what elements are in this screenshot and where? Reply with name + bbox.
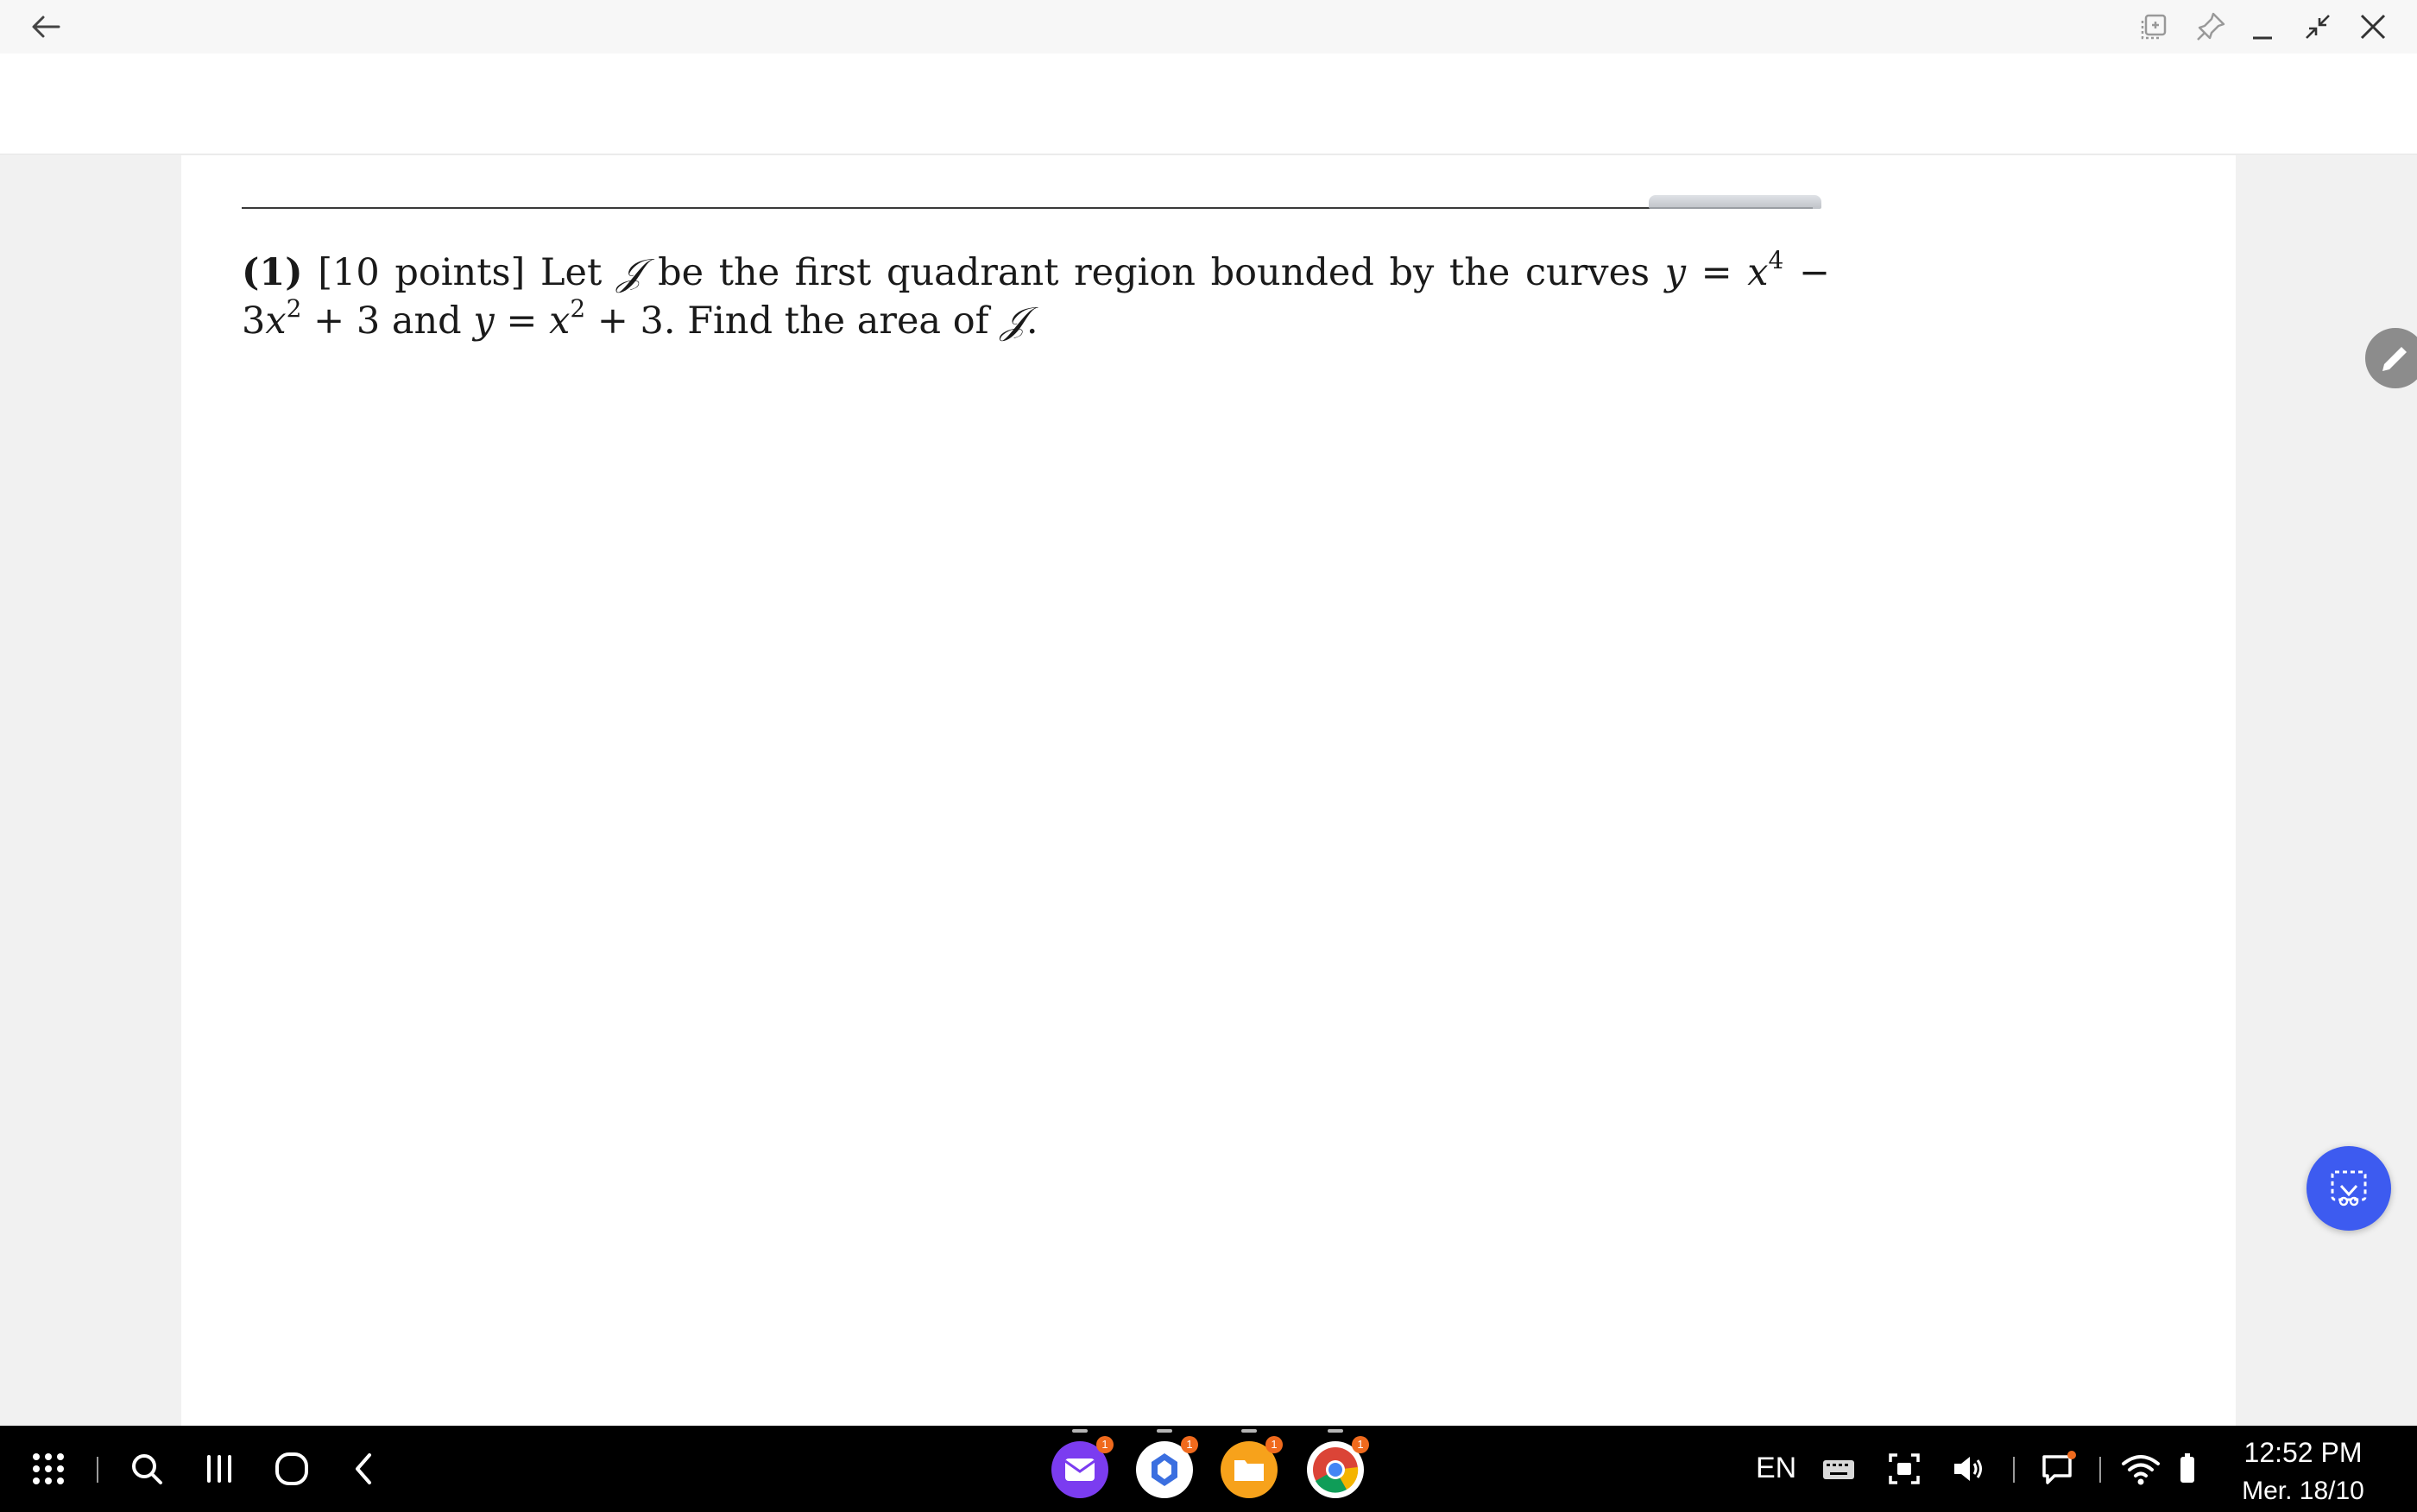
files-app-icon[interactable]: 1: [1221, 1436, 1283, 1498]
scan-smudge: [1649, 195, 1821, 209]
horizontal-rule: [242, 207, 1813, 209]
app-running-indicator: [1157, 1429, 1172, 1433]
region-symbol: 𝒥: [616, 251, 643, 294]
restore-window-icon[interactable]: [2300, 9, 2336, 45]
window-titlebar: [0, 0, 2417, 54]
open-in-new-window-icon[interactable]: [2137, 9, 2174, 45]
notification-badge: 1: [1265, 1436, 1283, 1453]
smart-select-button[interactable]: [2307, 1146, 2391, 1231]
region-symbol: 𝒥: [1000, 299, 1026, 343]
battery-icon[interactable]: [2165, 1446, 2210, 1491]
nav-back-icon[interactable]: [342, 1446, 387, 1491]
problem-number: (1): [242, 251, 303, 294]
problem-text: Let: [525, 251, 617, 294]
pencil-icon: [2382, 347, 2407, 371]
app-running-indicator: [1072, 1429, 1088, 1433]
taskbar-separator: [2099, 1457, 2101, 1483]
screen-capture-icon: [2331, 1170, 2367, 1206]
minimize-icon[interactable]: [2244, 9, 2281, 45]
taskbar-separator: [97, 1457, 98, 1483]
problem-statement: (1) [10 points] Let 𝒥 be the first quadr…: [242, 245, 1830, 345]
copilot-app-icon[interactable]: 1: [1136, 1436, 1198, 1498]
math-var: y: [1664, 251, 1687, 294]
back-arrow-icon[interactable]: [26, 7, 66, 47]
math-exponent: 2: [570, 293, 586, 323]
problem-text: and: [380, 299, 474, 343]
problem-text: .: [1025, 299, 1038, 343]
system-clock[interactable]: 12:52 PM Mer. 18/10: [2234, 1434, 2372, 1512]
pin-icon[interactable]: [2193, 9, 2229, 45]
close-icon[interactable]: [2355, 9, 2391, 45]
math-var: x: [549, 299, 571, 343]
problem-text: + 3. Find the area of: [585, 299, 1001, 343]
math-var: x: [1747, 251, 1769, 294]
home-icon[interactable]: [269, 1446, 314, 1491]
screen-record-icon[interactable]: [1882, 1446, 1927, 1491]
app-running-indicator: [1328, 1429, 1343, 1433]
math-exponent: 4: [1768, 245, 1784, 274]
problem-text: be the first quadrant region bounded by …: [642, 251, 1665, 294]
math-var: x: [265, 299, 287, 343]
problem-points: [10 points]: [318, 251, 526, 294]
math-op: + 3: [301, 299, 381, 343]
input-language[interactable]: EN: [1756, 1452, 1796, 1485]
math-op: =: [1686, 251, 1748, 294]
toolbar-area: [0, 54, 2417, 154]
notification-badge: 1: [1352, 1436, 1369, 1453]
math-exponent: 2: [286, 293, 302, 323]
wifi-icon[interactable]: [2118, 1446, 2163, 1491]
keyboard-icon[interactable]: [1816, 1446, 1861, 1491]
email-app-icon[interactable]: 1: [1051, 1436, 1114, 1498]
clock-time: 12:52 PM: [2243, 1437, 2363, 1468]
notification-badge: 1: [1181, 1436, 1198, 1453]
clock-date: Mer. 18/10: [2242, 1477, 2364, 1505]
math-var: y: [473, 299, 495, 343]
search-icon[interactable]: [124, 1446, 169, 1491]
volume-icon[interactable]: [1946, 1446, 1991, 1491]
taskbar-separator: [2013, 1457, 2015, 1483]
app-running-indicator: [1241, 1429, 1257, 1433]
math-op: =: [494, 299, 550, 343]
taskbar: 1 1 1 1 EN 12:52 PM Mer. 18/10: [0, 1426, 2417, 1512]
notification-badge: 1: [1096, 1436, 1114, 1453]
edit-button[interactable]: [2365, 328, 2417, 388]
notifications-icon[interactable]: [2035, 1446, 2080, 1491]
document-page: [181, 155, 2236, 1426]
app-drawer-icon[interactable]: [26, 1446, 71, 1491]
recent-apps-icon[interactable]: [197, 1446, 242, 1491]
chrome-app-icon[interactable]: 1: [1307, 1436, 1369, 1498]
